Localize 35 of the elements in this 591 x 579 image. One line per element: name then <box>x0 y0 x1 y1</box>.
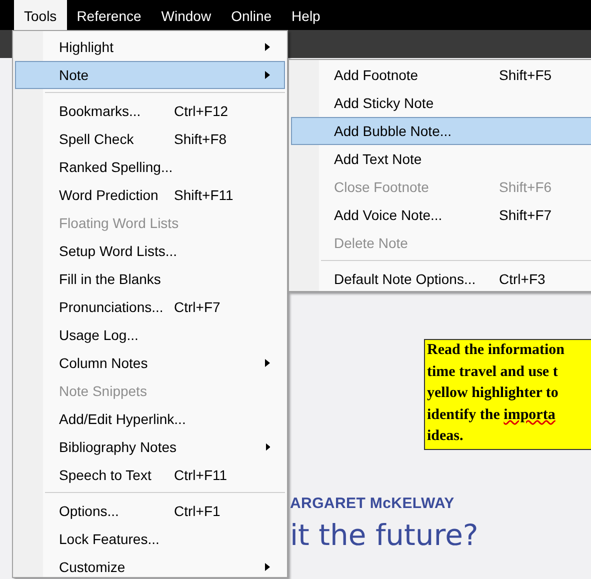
menu-item[interactable]: Bibliography Notes <box>15 433 285 461</box>
menu-item[interactable]: Setup Word Lists... <box>15 237 285 265</box>
menu-item[interactable]: Add Text Note <box>291 145 591 173</box>
menu-item[interactable]: Fill in the Blanks <box>15 265 285 293</box>
menu-item[interactable]: Add Footnote Shift+F5 <box>291 61 591 89</box>
menu-item[interactable]: Usage Log... <box>15 321 285 349</box>
article-title: it the future? <box>290 518 478 552</box>
menu-item[interactable]: Pronunciations... Ctrl+F7 <box>15 293 285 321</box>
note-line: identify the importa <box>427 406 556 424</box>
menu-item[interactable]: Add Sticky Note <box>291 89 591 117</box>
note-line: time travel and use t <box>427 362 559 382</box>
menu-bar-item[interactable]: Window <box>151 0 222 30</box>
menu-item[interactable]: Add Bubble Note... <box>291 117 591 145</box>
note-line: Read the information <box>427 341 566 360</box>
menu-item[interactable]: Default Note Options... Ctrl+F3 <box>291 265 591 293</box>
menu-item[interactable]: Add Voice Note... Shift+F7 <box>291 201 591 229</box>
menu-item[interactable]: Bookmarks... Ctrl+F12 <box>15 97 285 125</box>
menu-item[interactable]: Add/Edit Hyperlink... <box>15 405 285 433</box>
menu-item[interactable]: Speech to Text Ctrl+F11 <box>15 461 285 489</box>
menu-item[interactable]: Customize <box>15 553 285 579</box>
author-name: ARGARET McKELWAY <box>290 494 454 512</box>
menu-bar-item[interactable]: Online <box>221 0 282 30</box>
menu-bar-item[interactable]: Tools <box>14 0 67 30</box>
menu-item[interactable]: Column Notes <box>15 349 285 377</box>
menu-item[interactable]: Word Prediction Shift+F11 <box>15 181 285 209</box>
menu-item[interactable]: Options... Ctrl+F1 <box>15 497 285 525</box>
menu-item[interactable]: Lock Features... <box>15 525 285 553</box>
menu-bar-item[interactable]: Help <box>282 0 330 30</box>
note-line: yellow highlighter to <box>427 384 560 403</box>
menu-item[interactable]: Note <box>15 61 285 89</box>
menu-bar-item[interactable]: Reference <box>66 0 152 30</box>
menu-item[interactable]: Ranked Spelling... <box>15 153 285 181</box>
menu-item[interactable]: Spell Check Shift+F8 <box>15 125 285 153</box>
note-line: ideas. <box>427 427 464 446</box>
menu-item[interactable]: Highlight <box>15 33 285 61</box>
